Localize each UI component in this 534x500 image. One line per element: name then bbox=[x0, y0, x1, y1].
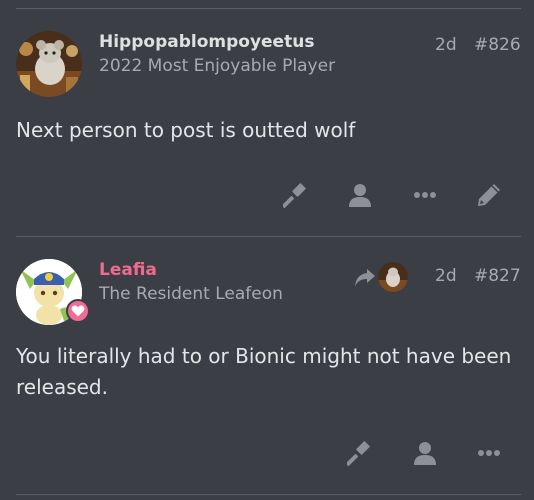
post-number[interactable]: #826 bbox=[474, 35, 521, 55]
post-body: Next person to post is outted wolf bbox=[16, 118, 356, 142]
top-divider bbox=[16, 8, 521, 9]
reply-to-avatar bbox=[378, 262, 408, 292]
more-button[interactable] bbox=[474, 438, 504, 468]
more-button[interactable] bbox=[410, 180, 440, 210]
user-title: The Resident Leafeon bbox=[99, 284, 283, 304]
heart-icon bbox=[71, 305, 85, 317]
pencil-icon bbox=[478, 184, 500, 206]
user-icon bbox=[414, 442, 436, 465]
moderate-button[interactable] bbox=[345, 438, 375, 468]
username[interactable]: Leafia bbox=[99, 260, 157, 280]
gavel-icon bbox=[283, 183, 306, 208]
bottom-divider bbox=[16, 494, 521, 495]
heart-badge bbox=[66, 299, 90, 323]
share-arrow-icon bbox=[355, 269, 375, 286]
ellipsis-icon bbox=[414, 192, 436, 198]
avatar[interactable] bbox=[16, 31, 82, 97]
post-body: You literally had to or Bionic might not… bbox=[16, 344, 512, 399]
moderate-button[interactable] bbox=[281, 180, 311, 210]
username[interactable]: Hippopablompoyeetus bbox=[99, 32, 314, 52]
gavel-icon bbox=[347, 441, 370, 466]
post-divider bbox=[16, 236, 521, 237]
post-time[interactable]: 2d bbox=[435, 35, 457, 55]
edit-button[interactable] bbox=[474, 180, 504, 210]
post-time[interactable]: 2d bbox=[435, 266, 457, 286]
user-card-button[interactable] bbox=[410, 438, 440, 468]
user-title: 2022 Most Enjoyable Player bbox=[99, 56, 336, 76]
user-card-button[interactable] bbox=[345, 180, 375, 210]
user-icon bbox=[349, 184, 371, 207]
post-number[interactable]: #827 bbox=[474, 266, 521, 286]
reply-to-button[interactable] bbox=[354, 262, 408, 292]
ellipsis-icon bbox=[478, 450, 500, 456]
